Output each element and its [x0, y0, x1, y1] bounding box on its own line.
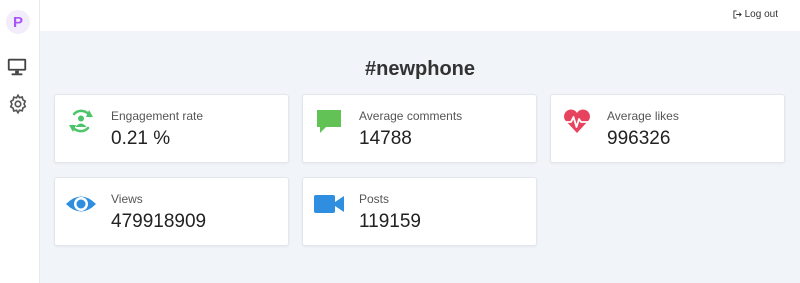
stat-card-average-comments: Average comments 14788	[302, 94, 537, 163]
stat-label: Average comments	[359, 109, 463, 123]
app-logo[interactable]: P	[6, 10, 30, 34]
top-bar: Log out	[40, 0, 800, 31]
eye-icon	[66, 196, 96, 212]
stat-label: Average likes	[607, 109, 679, 123]
stat-label: Views	[111, 192, 143, 206]
logout-icon	[733, 10, 742, 19]
stat-card-engagement-rate: Engagement rate 0.21 %	[54, 94, 289, 163]
comment-icon	[317, 110, 341, 133]
stat-card-views: Views 479918909	[54, 177, 289, 246]
video-camera-icon	[314, 195, 344, 213]
stat-label: Engagement rate	[111, 109, 204, 123]
stat-card-posts: Posts 119159	[302, 177, 537, 246]
stat-label: Posts	[359, 192, 390, 206]
monitor-icon[interactable]	[6, 56, 28, 78]
stat-value: 479918909	[111, 211, 207, 232]
logout-button[interactable]: Log out	[733, 9, 778, 20]
stat-value: 996326	[607, 128, 671, 149]
stat-card-average-likes: Average likes 996326	[550, 94, 785, 163]
gear-icon[interactable]	[7, 93, 29, 115]
engagement-icon	[69, 109, 93, 133]
logout-label: Log out	[744, 9, 778, 20]
page-title: #newphone	[364, 58, 475, 80]
stat-value: 0.21 %	[111, 128, 171, 149]
logo-letter: P	[12, 13, 23, 31]
heart-pulse-icon	[564, 109, 590, 133]
stat-value: 14788	[359, 128, 412, 149]
stat-value: 119159	[359, 211, 421, 232]
sidebar: P	[0, 0, 40, 283]
